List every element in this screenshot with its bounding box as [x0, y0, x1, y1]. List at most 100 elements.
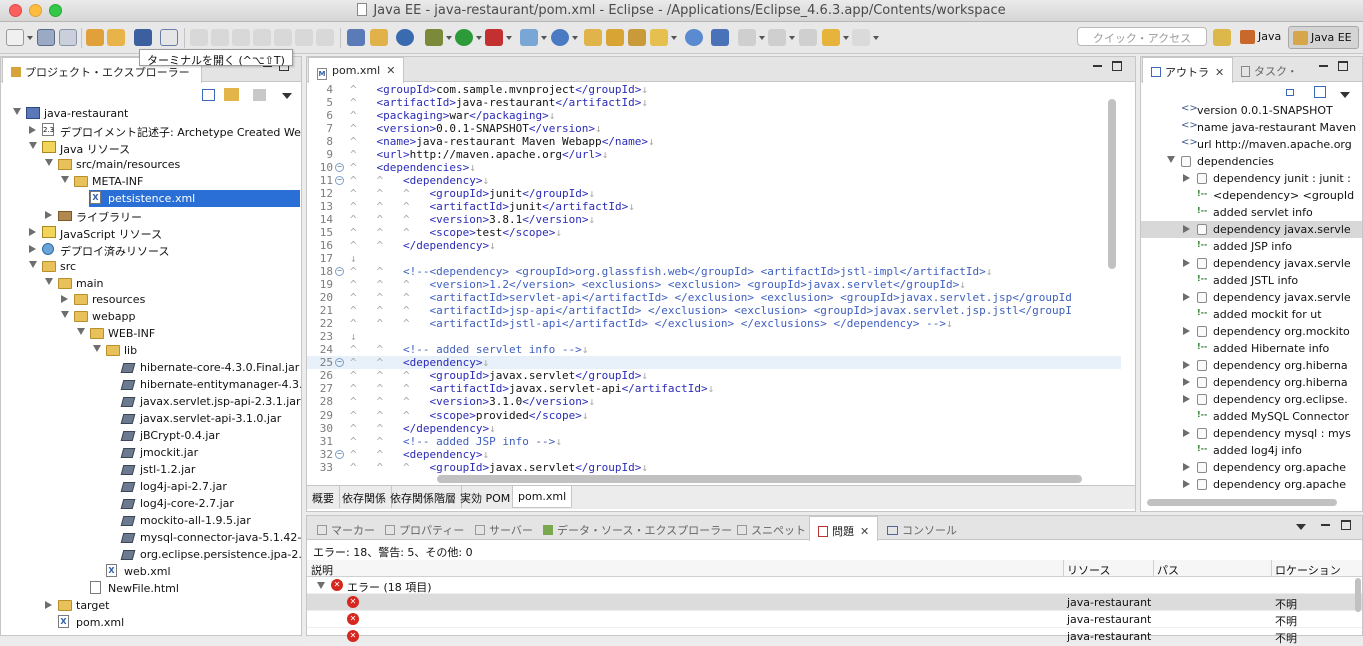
tree-item[interactable]: log4j-core-2.7.jar — [1, 495, 301, 512]
tab-dependency-hierarchy[interactable]: 依存関係階層 — [385, 486, 462, 508]
expand-arrow-icon[interactable] — [1183, 293, 1190, 301]
collapse-arrow-icon[interactable] — [29, 141, 37, 149]
tree-item[interactable]: ライブラリー — [1, 207, 301, 224]
outline-item[interactable]: !-- added log4j info — [1141, 442, 1362, 459]
expand-arrow-icon[interactable] — [1183, 327, 1190, 335]
outline-item[interactable]: dependency mysql : mys — [1141, 425, 1362, 442]
tree-item[interactable]: NewFile.html — [1, 580, 301, 597]
code-line[interactable]: 17 ↓ — [307, 252, 1121, 265]
code-line[interactable]: 8 ^ <name>java-restaurant Maven Webapp</n… — [307, 135, 1121, 148]
fold-toggle-icon[interactable]: − — [335, 267, 344, 277]
focus-icon[interactable] — [253, 89, 266, 101]
collapse-arrow-icon[interactable] — [93, 345, 101, 353]
minimize-icon[interactable] — [1321, 524, 1330, 526]
tree-item[interactable]: src/main/resources — [1, 156, 301, 173]
problem-row[interactable]: ✕ java-restaurant 不明 — [307, 611, 1362, 628]
prev-annotation-icon[interactable] — [768, 29, 786, 46]
expand-arrow-icon[interactable] — [317, 582, 325, 589]
expand-arrow-icon[interactable] — [1183, 429, 1190, 437]
expand-arrow-icon[interactable] — [29, 125, 36, 134]
debug-dropdown-icon[interactable] — [446, 36, 452, 40]
maximize-icon[interactable] — [1112, 61, 1122, 71]
quick-access-field[interactable]: クイック・アクセス — [1077, 27, 1207, 46]
perspective-java-ee[interactable]: Java EE — [1288, 26, 1359, 49]
code-line[interactable]: 6 ^ <packaging>war</packaging>↓ — [307, 109, 1121, 122]
problem-row[interactable]: ✕ java-restaurant 不明 — [307, 628, 1362, 645]
outline-item[interactable]: dependency javax.servle — [1141, 221, 1362, 238]
code-line[interactable]: 26 ^ ^ ^ <groupId>javax.servlet</groupId>… — [307, 369, 1121, 382]
expand-arrow-icon[interactable] — [1183, 378, 1190, 386]
suspend-icon[interactable] — [211, 29, 229, 46]
outline-item[interactable]: dependency org.mockito — [1141, 323, 1362, 340]
outline-item[interactable]: <> version 0.0.1-SNAPSHOT — [1141, 102, 1362, 119]
code-line[interactable]: 23 ↓ — [307, 330, 1121, 343]
tree-item[interactable]: hibernate-entitymanager-4.3.0 — [1, 376, 301, 393]
search-icon[interactable] — [650, 29, 668, 46]
minimize-icon[interactable] — [1093, 65, 1102, 67]
collapse-arrow-icon[interactable] — [77, 328, 85, 336]
tab-console[interactable]: コンソール — [879, 516, 965, 541]
tab-pom-xml[interactable]: Mpom.xml ✕ — [308, 57, 405, 83]
open-perspective-icon[interactable] — [1213, 29, 1231, 46]
collapse-arrow-icon[interactable] — [29, 260, 37, 268]
task-icon[interactable] — [347, 29, 365, 46]
tree-item[interactable]: resources — [1, 291, 301, 308]
tree-item[interactable]: mysql-connector-java-5.1.42-b — [1, 529, 301, 546]
expand-arrow-icon[interactable] — [29, 227, 36, 236]
outline-item[interactable]: !-- added JSTL info — [1141, 272, 1362, 289]
code-line[interactable]: 16 ^ ^ </dependency>↓ — [307, 239, 1121, 252]
code-line[interactable]: 7 ^ <version>0.0.1-SNAPSHOT</version>↓ — [307, 122, 1121, 135]
code-line[interactable]: 21 ^ ^ ^ <artifactId>jsp-api</artifactId>… — [307, 304, 1121, 317]
outline-item[interactable]: dependency org.apache — [1141, 459, 1362, 476]
code-line[interactable]: 33 ^ ^ ^ <groupId>javax.servlet</groupId>… — [307, 461, 1121, 474]
code-line[interactable]: 27 ^ ^ ^ <artifactId>javax.servlet-api</a… — [307, 382, 1121, 395]
close-tab-icon[interactable]: ✕ — [386, 64, 395, 77]
open-type-icon[interactable] — [584, 29, 602, 46]
open-terminal-icon[interactable] — [134, 29, 152, 46]
refactor-icon[interactable] — [107, 29, 125, 46]
tab-task-list[interactable]: タスク・ — [1233, 57, 1306, 82]
new-class-dropdown-icon[interactable] — [572, 36, 578, 40]
tab-servers[interactable]: サーバー — [467, 516, 541, 541]
expand-arrow-icon[interactable] — [1183, 361, 1190, 369]
tab-snippets[interactable]: スニペット — [729, 516, 814, 541]
external-tools-icon[interactable] — [485, 29, 503, 46]
maximize-icon[interactable] — [1338, 61, 1348, 71]
collapse-arrow-icon[interactable] — [1167, 156, 1175, 163]
outline-item[interactable]: <> url http://maven.apache.org — [1141, 136, 1362, 153]
code-line[interactable]: 10− ^ <dependencies>↓ — [307, 161, 1121, 174]
tab-properties[interactable]: プロパティー — [377, 516, 472, 541]
tree-item[interactable]: jmockit.jar — [1, 444, 301, 461]
expand-arrow-icon[interactable] — [61, 295, 68, 304]
fold-toggle-icon[interactable]: − — [335, 163, 344, 173]
code-line[interactable]: 19 ^ ^ ^ <version>1.2</version> <exclusio… — [307, 278, 1121, 291]
tab-effective-pom[interactable]: 実効 POM — [455, 486, 517, 508]
tab-dependencies[interactable]: 依存関係 — [337, 486, 392, 508]
code-line[interactable]: 22 ^ ^ ^ <artifactId>jstl-api</artifactId… — [307, 317, 1121, 330]
toggle-mark-icon[interactable] — [711, 29, 729, 46]
terminate-icon[interactable] — [232, 29, 250, 46]
tree-item[interactable]: hibernate-core-4.3.0.Final.jar — [1, 359, 301, 376]
expand-arrow-icon[interactable] — [1183, 174, 1190, 182]
collapse-arrow-icon[interactable] — [61, 311, 69, 319]
fold-toggle-icon[interactable]: − — [335, 176, 344, 186]
next-annotation-dropdown-icon[interactable] — [759, 36, 765, 40]
code-line[interactable]: 32− ^ ^ <dependency>↓ — [307, 448, 1121, 461]
tab-markers[interactable]: マーカー — [309, 516, 383, 541]
collapse-all-icon[interactable] — [1314, 86, 1326, 98]
run-dropdown-icon[interactable] — [476, 36, 482, 40]
code-line[interactable]: 28 ^ ^ ^ <version>3.1.0</version>↓ — [307, 395, 1121, 408]
outline-item[interactable]: !-- added JSP info — [1141, 238, 1362, 255]
link-with-editor-icon[interactable] — [224, 88, 239, 101]
expand-arrow-icon[interactable] — [1183, 480, 1190, 488]
tree-item[interactable]: Xpom.xml — [1, 614, 301, 631]
step-over-icon[interactable] — [295, 29, 313, 46]
outline-item[interactable]: !-- added MySQL Connector — [1141, 408, 1362, 425]
view-menu-icon[interactable] — [1296, 524, 1306, 530]
collapse-arrow-icon[interactable] — [61, 175, 69, 183]
editor-vertical-scrollbar[interactable] — [1108, 99, 1116, 269]
close-tab-icon[interactable]: ✕ — [860, 525, 869, 538]
back-icon[interactable] — [822, 29, 840, 46]
code-line[interactable]: 11− ^ ^ <dependency>↓ — [307, 174, 1121, 187]
code-line[interactable]: 30 ^ ^ </dependency>↓ — [307, 422, 1121, 435]
